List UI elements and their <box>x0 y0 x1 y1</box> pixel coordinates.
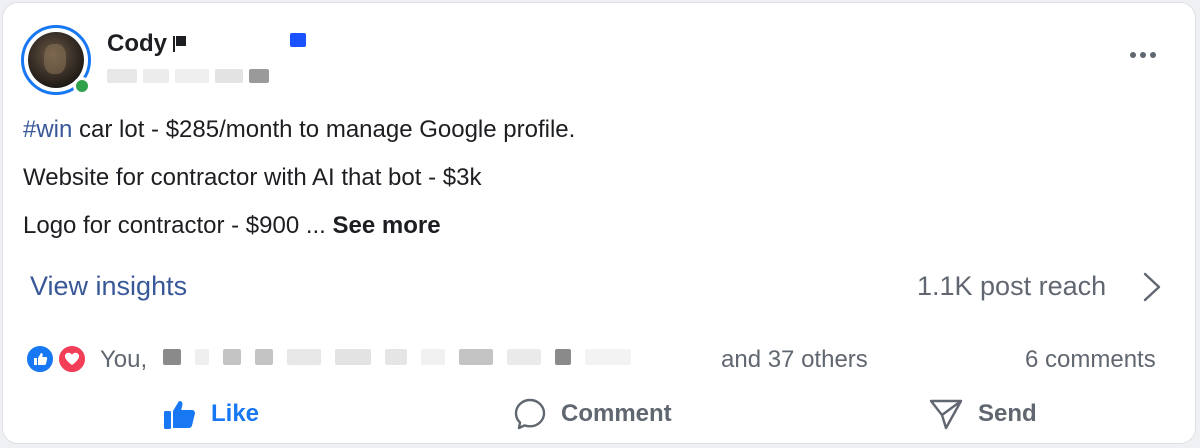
send-icon <box>929 399 963 430</box>
redacted-block <box>421 349 445 365</box>
dot-icon <box>1140 52 1146 58</box>
comment-button[interactable]: Comment <box>513 391 672 437</box>
redacted-block <box>143 69 169 83</box>
reaction-icons[interactable] <box>25 344 89 376</box>
redacted-block <box>223 349 241 365</box>
verified-badge-icon <box>290 33 306 47</box>
more-options-icon[interactable] <box>1125 43 1161 67</box>
post-text-line-3: Logo for contractor - $900 ... See more <box>23 212 441 240</box>
author-name[interactable]: Cody <box>107 30 187 58</box>
online-status-dot <box>73 77 91 95</box>
dot-icon <box>1130 52 1136 58</box>
avatar[interactable] <box>21 25 91 95</box>
see-more-link[interactable]: See more <box>333 212 441 239</box>
flag-icon <box>173 36 187 52</box>
redacted-block <box>585 349 631 365</box>
redacted-block <box>287 349 321 365</box>
post-text-line-2: Website for contractor with AI that bot … <box>23 164 482 191</box>
dot-icon <box>1150 52 1156 58</box>
thumbs-up-icon <box>164 400 196 429</box>
redacted-block <box>335 349 371 365</box>
like-reaction-icon <box>25 344 55 374</box>
like-button[interactable]: Like <box>163 391 259 437</box>
redacted-block <box>385 349 407 365</box>
author-name-text[interactable]: Cody <box>107 30 167 58</box>
reaction-others-count[interactable]: and 37 others <box>721 346 868 374</box>
post-text-line-3-text: Logo for contractor - $900 ... <box>23 212 333 239</box>
redacted-block <box>255 349 273 365</box>
redacted-block <box>215 69 243 83</box>
like-label: Like <box>211 400 260 427</box>
view-insights-link[interactable]: View insights <box>30 271 187 302</box>
send-label: Send <box>978 400 1037 427</box>
redacted-block <box>249 69 269 83</box>
post-meta-redacted <box>107 69 269 83</box>
post-text-line-1-rest: car lot - $285/month to manage Google pr… <box>72 116 576 143</box>
redacted-block <box>107 69 137 83</box>
post-card: Cody #win car lot - $285/month to manage… <box>2 2 1196 444</box>
redacted-block <box>163 349 181 365</box>
send-button[interactable]: Send <box>928 391 1037 437</box>
post-reach: 1.1K post reach <box>917 271 1107 301</box>
redacted-block <box>195 349 209 365</box>
reaction-names-redacted <box>163 349 631 365</box>
post-text-line-1: #win car lot - $285/month to manage Goog… <box>23 116 575 144</box>
comments-count[interactable]: 6 comments <box>1025 346 1156 374</box>
redacted-block <box>459 349 493 365</box>
redacted-block <box>507 349 541 365</box>
love-reaction-icon <box>57 344 87 374</box>
reaction-names-start[interactable]: You, <box>100 346 147 374</box>
comment-bubble-icon <box>514 398 546 430</box>
redacted-block <box>175 69 209 83</box>
chevron-right-icon[interactable] <box>1141 271 1163 303</box>
hashtag-link[interactable]: #win <box>23 116 72 143</box>
comment-label: Comment <box>561 400 672 427</box>
redacted-block <box>555 349 571 365</box>
